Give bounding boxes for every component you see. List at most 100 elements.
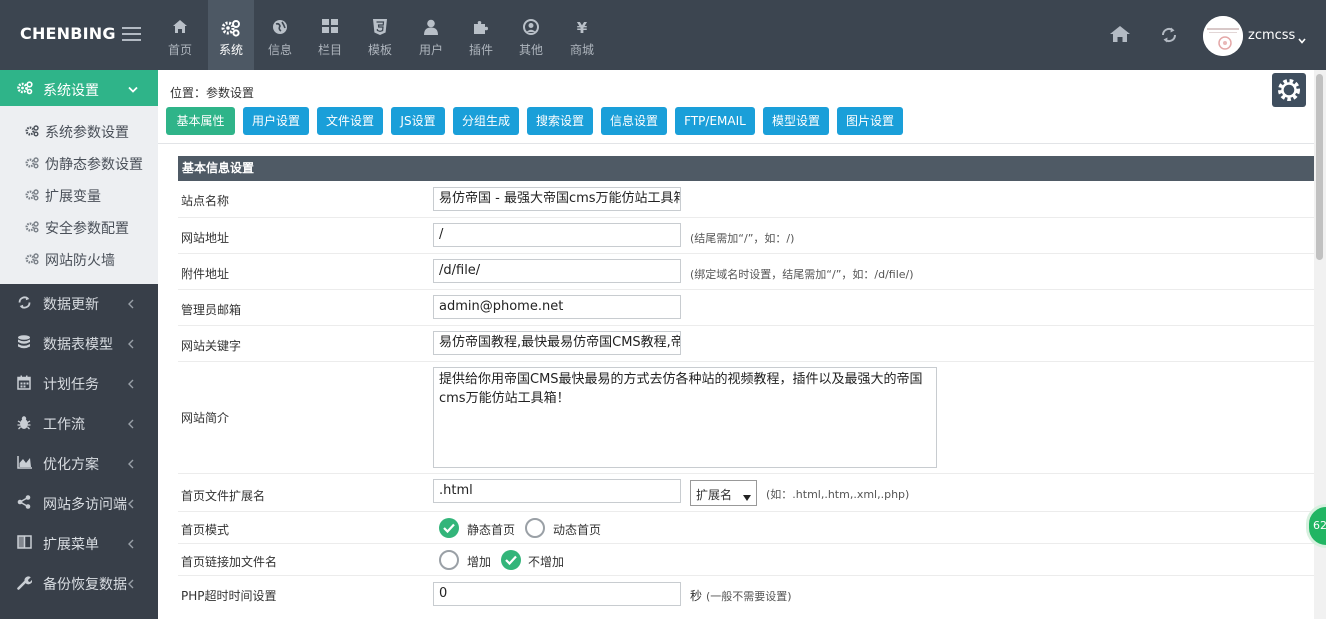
php-timeout-input[interactable]: 0 [433,582,681,606]
divider [158,143,1314,144]
nav-shop[interactable]: ¥ 商城 [557,0,607,70]
chevron-down-icon [128,83,138,97]
tab-js-settings[interactable]: JS设置 [391,107,445,135]
chevron-left-icon [128,338,134,352]
scrollbar-thumb[interactable] [1316,74,1323,260]
bug-icon [17,415,31,433]
sidebar-section-system-settings[interactable]: 系统设置 [0,70,158,106]
form-row-file-url: 附件地址 /d/file/ (绑定域名时设置，结尾需加“/”，如：/d/file… [178,254,1314,290]
site-name-input[interactable]: 易仿帝国 - 最强大帝国cms万能仿站工具箱 [433,187,681,211]
sidebar-section-workflow[interactable]: 工作流 [0,403,158,443]
nav-info[interactable]: 信息 [255,0,305,70]
sidebar-item-system-params[interactable]: 系统参数设置 [0,115,158,147]
chevron-left-icon [128,538,134,552]
sidebar-section-data-update[interactable]: 数据更新 [0,283,158,323]
chevron-left-icon [128,498,134,512]
sidebar-submenu: 系统参数设置 伪静态参数设置 扩展变量 安全参数配置 网站防火墙 [0,106,158,284]
tab-ftp-email[interactable]: FTP/EMAIL [675,107,755,135]
username[interactable]: zcmcss [1248,28,1295,43]
chevron-left-icon [128,458,134,472]
tab-basic[interactable]: 基本属性 [166,107,235,135]
form-row-admin-email: 管理员邮箱 admin@phome.net [178,290,1314,326]
cogs-icon [25,189,39,204]
file-url-input[interactable]: /d/file/ [433,259,681,283]
tab-user-settings[interactable]: 用户设置 [243,107,309,135]
refresh-icon[interactable] [1160,26,1178,44]
dropdown-arrow-icon [743,490,751,504]
sidebar-item-firewall[interactable]: 网站防火墙 [0,243,158,275]
sidebar-section-backup-restore[interactable]: 备份恢复数据 [0,563,158,603]
index-ext-input[interactable]: .html [433,479,681,503]
chevron-down-icon[interactable] [1298,33,1306,44]
radio-dynamic-index[interactable] [525,518,545,538]
cogs-icon [25,125,39,140]
tab-file-settings[interactable]: 文件设置 [317,107,383,135]
form-row-index-link: 首页链接加文件名 增加 不增加 [178,544,1314,576]
cogs-icon [25,157,39,172]
cogs-icon [25,253,39,268]
form-row-index-mode: 首页模式 静态首页 动态首页 [178,512,1314,544]
nav-other[interactable]: 其他 [506,0,556,70]
main-content: 位置：参数设置 基本属性 用户设置 文件设置 JS设置 分组生成 搜索设置 信息… [158,70,1318,619]
globe-icon [270,19,290,37]
cogs-icon [25,221,39,236]
sidebar-section-optimization[interactable]: 优化方案 [0,443,158,483]
columns-icon [17,535,32,552]
home-icon [170,19,190,37]
form-row-description: 网站简介 提供给你用帝国CMS最快最易的方式去仿各种站的视频教程，插件以及最强大… [178,362,1314,474]
tab-search-settings[interactable]: 搜索设置 [527,107,593,135]
admin-email-input[interactable]: admin@phome.net [433,295,681,319]
chevron-left-icon [128,378,134,392]
radio-no-filename[interactable] [501,550,521,570]
nav-column[interactable]: 栏目 [305,0,355,70]
tab-group-generate[interactable]: 分组生成 [453,107,519,135]
nav-template[interactable]: 模板 [355,0,405,70]
ext-select[interactable]: 扩展名 [690,480,757,506]
sidebar-section-extend-menu[interactable]: 扩展菜单 [0,523,158,563]
nav-system[interactable]: 系统 [208,0,254,70]
radio-static-index[interactable] [439,518,459,538]
sidebar-section-multi-access[interactable]: 网站多访问端 [0,483,158,523]
cogs-icon [17,81,33,98]
grid-icon [320,19,340,37]
sidebar-section-table-model[interactable]: 数据表模型 [0,323,158,363]
area-chart-icon [17,455,33,472]
sidebar-item-security-params[interactable]: 安全参数配置 [0,211,158,243]
database-icon [17,335,31,353]
site-url-input[interactable]: / [433,223,681,247]
form-row-site-name: 站点名称 易仿帝国 - 最强大帝国cms万能仿站工具箱 [178,181,1314,218]
sidebar-item-extend-vars[interactable]: 扩展变量 [0,179,158,211]
tab-info-settings[interactable]: 信息设置 [601,107,667,135]
tab-image-settings[interactable]: 图片设置 [837,107,903,135]
user-circle-icon [521,19,541,37]
form-row-keywords: 网站关键字 易仿帝国教程,最快最易仿帝国CMS教程,帝国 [178,326,1314,362]
hamburger-menu-icon[interactable] [122,27,141,41]
description-textarea[interactable]: 提供给你用帝国CMS最快最易的方式去仿各种站的视频教程，插件以及最强大的帝国cm… [433,367,937,468]
tab-model-settings[interactable]: 模型设置 [763,107,829,135]
chevron-left-icon [128,578,134,592]
keywords-input[interactable]: 易仿帝国教程,最快最易仿帝国CMS教程,帝国 [433,331,681,355]
brand-logo: CHENBING [20,24,116,43]
cogs-icon [221,19,241,37]
home-shortcut-icon[interactable] [1110,26,1130,42]
breadcrumb: 位置：参数设置 [170,86,255,100]
yen-icon: ¥ [576,19,588,37]
share-icon [17,495,31,512]
chevron-left-icon [128,298,134,312]
form-row-index-ext: 首页文件扩展名 .html 扩展名 (如：.html,.htm,.xml,.ph… [178,474,1314,512]
user-icon [421,19,441,37]
settings-gear-button[interactable] [1272,73,1306,107]
radio-add-filename[interactable] [439,550,459,570]
sidebar-section-scheduled-tasks[interactable]: 计划任务 [0,363,158,403]
sidebar: 系统设置 系统参数设置 伪静态参数设置 扩展变量 安全参数配置 网站防火墙 数据… [0,70,158,619]
calendar-icon [17,375,31,393]
avatar[interactable] [1203,16,1243,56]
form-row-php-timeout: PHP超时时间设置 0 秒 (一般不需要设置) [178,576,1314,619]
nav-home[interactable]: 首页 [155,0,205,70]
puzzle-icon [471,19,491,37]
form-row-site-url: 网站地址 / (结尾需加“/”，如：/) [178,218,1314,254]
sidebar-item-rewrite-params[interactable]: 伪静态参数设置 [0,147,158,179]
nav-user[interactable]: 用户 [406,0,456,70]
html5-icon [370,19,390,37]
nav-plugin[interactable]: 插件 [456,0,506,70]
